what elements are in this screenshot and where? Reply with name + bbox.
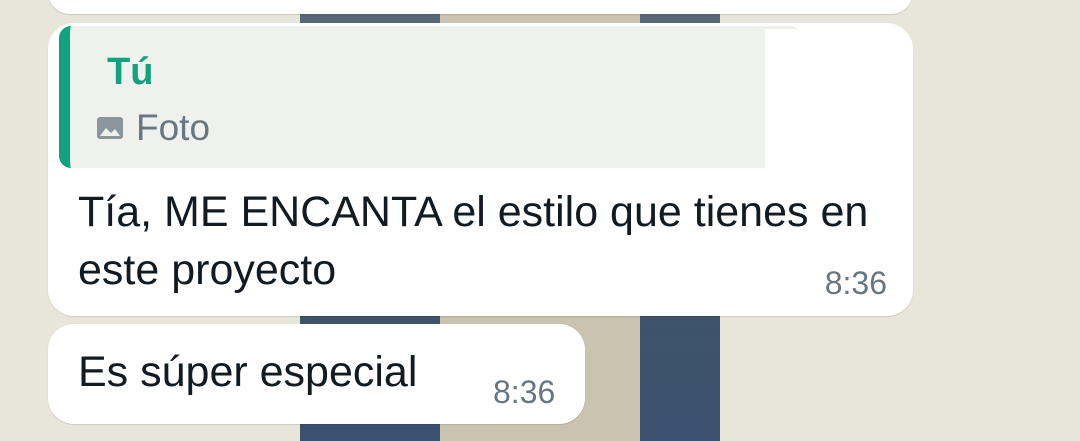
message-text: Es súper especial bbox=[78, 348, 418, 396]
message-time: 8:36 bbox=[493, 374, 556, 410]
quoted-type: Foto bbox=[96, 106, 210, 150]
message-text: Tía, ME ENCANTA el estilo que tienes en … bbox=[78, 188, 869, 294]
previous-message-bubble[interactable] bbox=[48, 0, 913, 14]
quoted-author: Tú bbox=[107, 51, 154, 93]
quoted-type-label: Foto bbox=[136, 107, 211, 148]
message-bubble[interactable]: Es súper especial 8:36 bbox=[48, 324, 585, 424]
quoted-message[interactable]: Tú Foto bbox=[59, 26, 802, 168]
message-bubble[interactable]: Tú Foto Tía, ME ENCANTA el estilo que ti… bbox=[48, 23, 913, 316]
message-time: 8:36 bbox=[824, 265, 887, 301]
photo-icon bbox=[97, 117, 123, 139]
quoted-photo-thumbnail bbox=[765, 29, 802, 168]
